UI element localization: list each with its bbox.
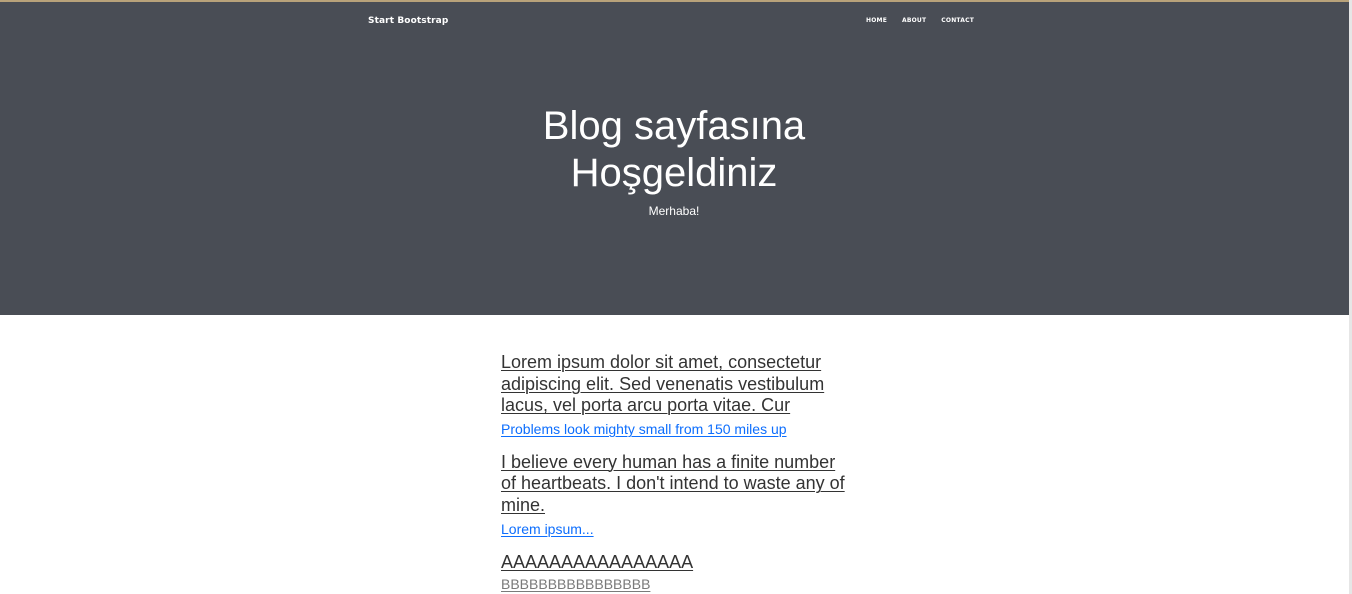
post-subtitle-link[interactable]: Lorem ipsum... [501,520,853,538]
post-title-link[interactable]: AAAAAAAAAAAAAAAA [501,552,853,574]
nav-link-home[interactable]: HOME [866,17,887,24]
blog-page: Start Bootstrap HOME ABOUT CONTACT Blog … [0,0,1352,594]
nav-links: HOME ABOUT CONTACT [866,17,974,24]
brand-link[interactable]: Start Bootstrap [368,16,448,26]
post-list: Lorem ipsum dolor sit amet, consectetur … [501,352,853,593]
post-preview: AAAAAAAAAAAAAAAA BBBBBBBBBBBBBBBB [501,552,853,594]
hero-heading: Blog sayfasına Hoşgeldiniz [542,104,806,195]
main-navbar: Start Bootstrap HOME ABOUT CONTACT [368,15,974,33]
post-title-link[interactable]: I believe every human has a finite numbe… [501,452,853,517]
post-subtitle-link[interactable]: Problems look mighty small from 150 mile… [501,420,853,438]
nav-link-contact[interactable]: CONTACT [941,17,974,24]
post-title-link[interactable]: Lorem ipsum dolor sit amet, consectetur … [501,352,853,417]
nav-link-about[interactable]: ABOUT [902,17,926,24]
hero-header: Start Bootstrap HOME ABOUT CONTACT Blog … [0,0,1349,315]
post-subtitle-link[interactable]: BBBBBBBBBBBBBBBB [501,575,853,593]
post-preview: Lorem ipsum dolor sit amet, consectetur … [501,352,853,438]
post-preview: I believe every human has a finite numbe… [501,452,853,538]
hero-subheading: Merhaba! [648,204,700,218]
